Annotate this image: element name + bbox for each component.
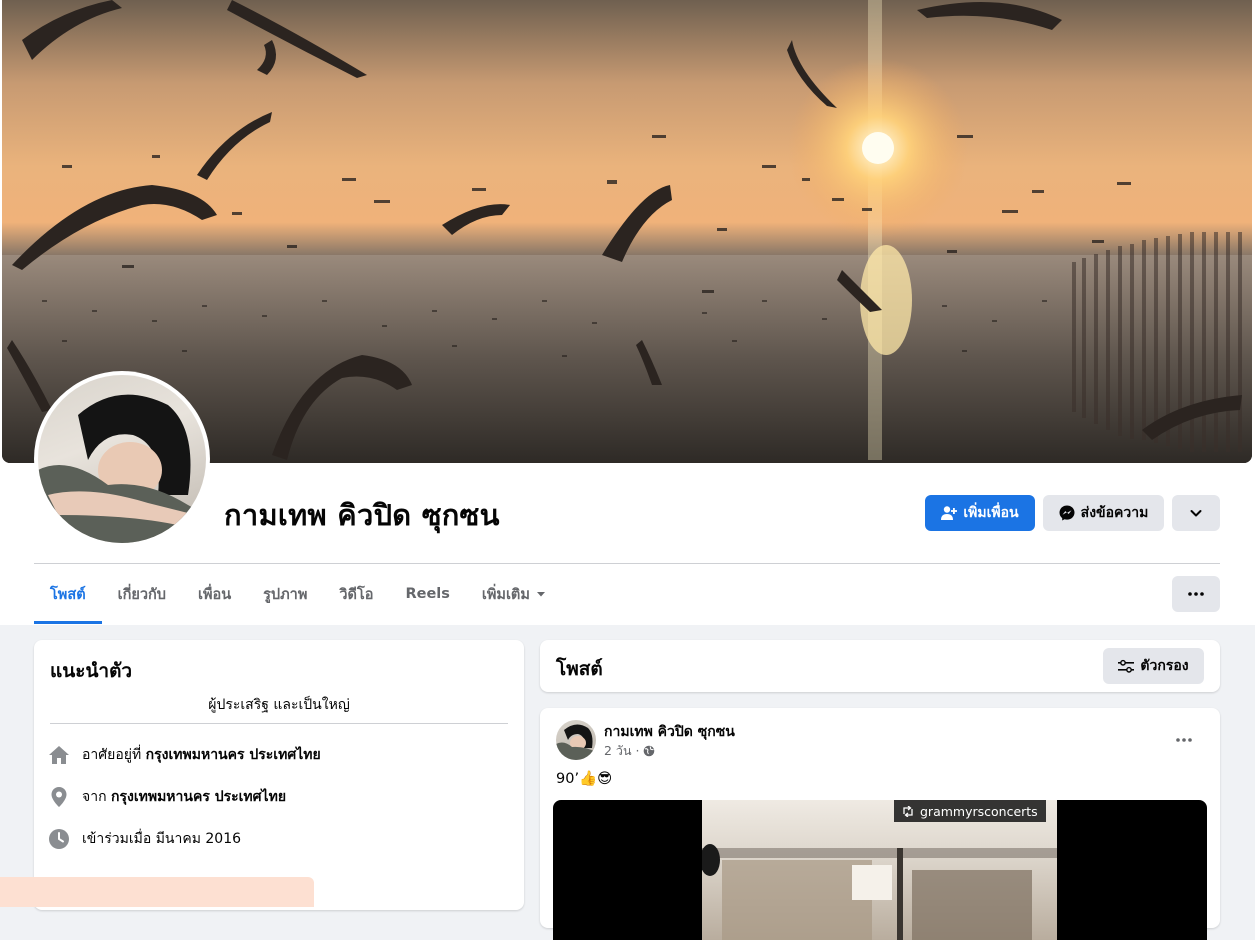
globe-icon [644,745,655,757]
avatar-photo [38,375,206,543]
add-friend-icon [941,506,958,520]
intro-card: แนะนำตัว ผู้ประเสริฐ และเป็นใหญ่ อาศัยอย… [34,640,524,910]
bottom-notification-bar [0,877,314,907]
intro-joined: เข้าร่วมเมื่อ มีนาคม 2016 [48,828,241,850]
post-media[interactable]: grammyrsconcerts [553,800,1207,940]
profile-name: กามเทพ คิวปิด ซุกซน [224,498,500,532]
message-button[interactable]: ส่งข้อความ [1043,495,1164,531]
from-prefix: จาก [82,789,107,805]
cover-photo[interactable] [2,0,1252,463]
profile-more-button[interactable] [1172,495,1220,531]
tab-reels[interactable]: Reels [389,564,465,624]
caret-down-icon [536,592,545,597]
tab-friends[interactable]: เพื่อน [182,564,247,624]
repost-icon [903,805,913,817]
lives-value[interactable]: กรุงเทพมหานคร ประเทศไทย [146,747,321,763]
add-friend-button[interactable]: เพิ่มเพื่อน [925,495,1035,531]
cover-illustration [2,0,1252,463]
post-text: 90’👍😎 [556,771,613,787]
filter-icon [1118,659,1135,673]
intro-divider [50,723,508,724]
tab-label: เพื่อน [197,586,232,603]
tab-label: วิดีโอ [339,586,374,603]
intro-lives-in: อาศัยอยู่ที่ กรุงเทพมหานคร ประเทศไทย [48,744,321,766]
joined-text: เข้าร่วมเมื่อ มีนาคม 2016 [82,831,242,847]
tab-about[interactable]: เกี่ยวกับ [102,564,182,624]
post-meta: 2 วัน · [604,741,655,761]
post-card: กามเทพ คิวปิด ซุกซน 2 วัน · 90’👍😎 grammy… [540,708,1220,940]
tab-posts[interactable]: โพสต์ [34,564,102,624]
tab-label: Reels [405,586,450,602]
tab-label: เพิ่มเติม [481,586,530,603]
message-label: ส่งข้อความ [1080,504,1149,520]
profile-header: กามเทพ คิวปิด ซุกซน เพิ่มเพื่อน ส่งข้อคว… [0,0,1255,625]
posts-title: โพสต์ [556,658,603,680]
tab-label: รูปภาพ [263,586,308,603]
intro-title: แนะนำตัว [50,660,133,682]
profile-avatar[interactable] [34,371,210,547]
media-source-name: grammyrsconcerts [920,803,1038,819]
media-source-tag: grammyrsconcerts [894,800,1046,822]
filter-label: ตัวกรอง [1140,657,1189,673]
tab-label: โพสต์ [50,586,86,603]
post-author-name[interactable]: กามเทพ คิวปิด ซุกซน [604,721,735,743]
clock-icon [49,829,69,849]
ellipsis-icon [1176,738,1192,742]
post-options-button[interactable] [1166,722,1202,758]
add-friend-label: เพิ่มเพื่อน [963,504,1019,520]
tab-label: เกี่ยวกับ [117,586,166,603]
home-icon [49,746,69,764]
post-author-avatar[interactable] [556,720,596,760]
intro-from: จาก กรุงเทพมหานคร ประเทศไทย [48,786,286,808]
intro-bio: ผู้ประเสริฐ และเป็นใหญ่ [208,697,350,713]
lives-prefix: อาศัยอยู่ที่ [82,747,142,763]
from-value[interactable]: กรุงเทพมหานคร ประเทศไทย [111,789,286,805]
tab-more[interactable]: เพิ่มเติม [466,564,562,624]
location-pin-icon [51,787,67,807]
profile-tabs: โพสต์ เกี่ยวกับ เพื่อน รูปภาพ วิดีโอ Ree… [34,564,562,624]
tab-photos[interactable]: รูปภาพ [247,564,323,624]
chevron-down-icon [1190,510,1202,517]
filter-button[interactable]: ตัวกรอง [1103,648,1204,684]
messenger-icon [1059,505,1075,521]
post-time[interactable]: 2 วัน · [604,741,639,761]
tabs-overflow-button[interactable] [1172,576,1220,612]
ellipsis-icon [1188,592,1204,596]
tab-videos[interactable]: วิดีโอ [323,564,389,624]
